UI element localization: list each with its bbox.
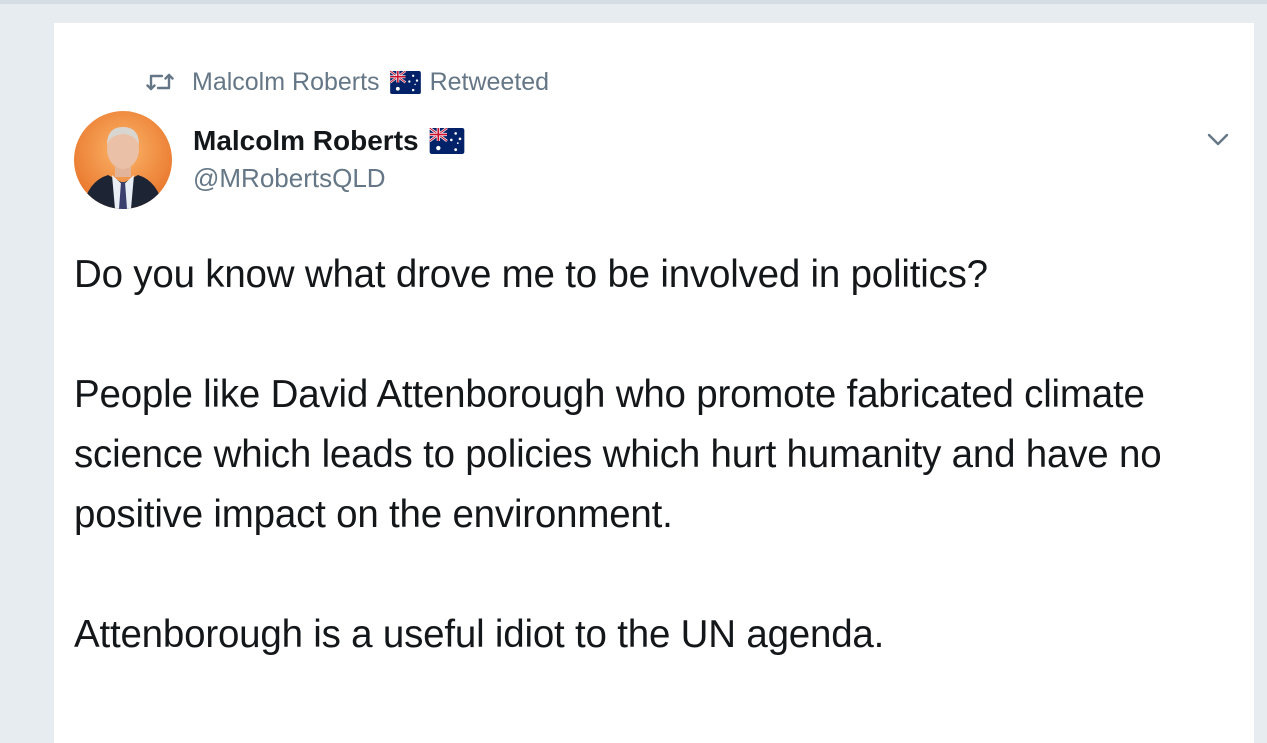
author-name[interactable]: Malcolm Roberts xyxy=(193,125,419,157)
australia-flag-icon xyxy=(428,126,465,154)
author-handle[interactable]: @MRobertsQLD xyxy=(193,163,386,194)
retweet-action-label: Retweeted xyxy=(429,67,550,96)
tweet-paragraph: People like David Attenborough who promo… xyxy=(74,373,1162,536)
retweet-context[interactable]: Malcolm Roberts Retweeted xyxy=(146,67,549,97)
top-divider xyxy=(0,0,1267,4)
chevron-down-icon[interactable] xyxy=(1204,125,1232,153)
author-name-row[interactable]: Malcolm Roberts xyxy=(193,123,474,159)
avatar[interactable] xyxy=(74,111,172,209)
tweet-paragraph: Attenborough is a useful idiot to the UN… xyxy=(74,613,885,656)
tweet-paragraph: Do you know what drove me to be involved… xyxy=(74,253,988,296)
tweet-text: Do you know what drove me to be involved… xyxy=(74,245,1244,665)
tweet-card[interactable]: Malcolm Roberts Retweeted Malcolm Robert… xyxy=(54,23,1254,743)
retweet-icon xyxy=(146,71,174,93)
australia-flag-icon xyxy=(389,69,421,94)
retweeter-name[interactable]: Malcolm Roberts xyxy=(192,68,380,97)
